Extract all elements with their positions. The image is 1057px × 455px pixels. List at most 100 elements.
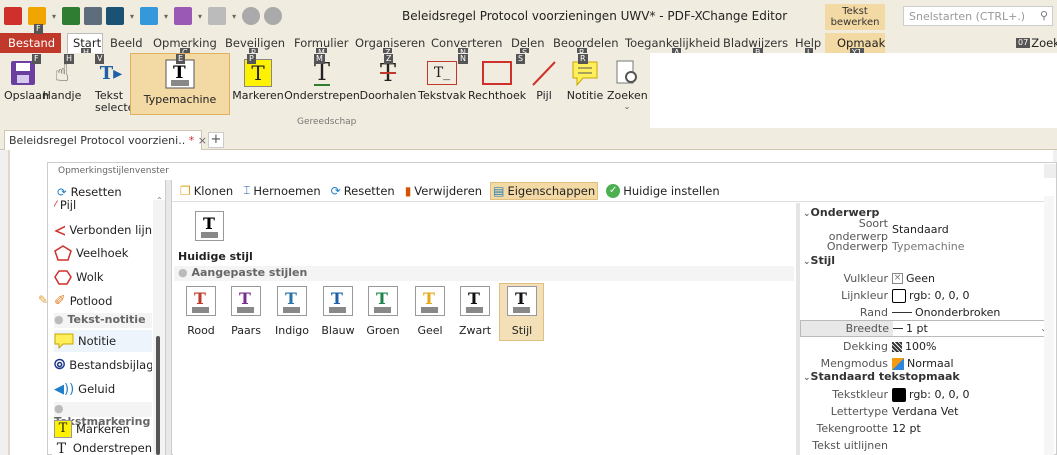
sidebar-item-veelhoek[interactable]: Veelhoek <box>54 242 152 264</box>
klonen-button[interactable]: ❐ Klonen <box>178 183 235 199</box>
prop-tekst-uitlijnen[interactable]: Tekst uitlijnen <box>800 437 1051 454</box>
zoeken-tool-button[interactable]: Zoeken ⌄ <box>607 56 648 116</box>
document-tab[interactable]: Beleidsregel Protocol voorzieni.. * × <box>4 130 207 150</box>
svg-text:T: T <box>515 289 527 308</box>
doorhalen-button[interactable]: T Doorhalen <box>358 56 418 116</box>
sidebar-reset-button[interactable]: ⟳ Resetten <box>57 185 122 199</box>
prop-value: Standaard <box>892 223 949 236</box>
custom-styles-heading[interactable]: ● Aangepaste stijlen <box>174 266 794 281</box>
style-swatch-label: Paars <box>231 324 261 337</box>
quickstart-search-input[interactable]: Snelstarten (CTRL+.) ⚲ <box>903 6 1053 26</box>
prop-onderwerp[interactable]: Onderwerp Typemachine <box>800 238 1051 255</box>
sidebar-item-label: Geluid <box>78 382 116 396</box>
onderstrepen-button[interactable]: T Onderstrepen <box>284 56 360 116</box>
style-swatch-4[interactable]: T Blauw <box>318 286 358 337</box>
no-color-icon: × <box>892 273 903 284</box>
quick-redo-icon[interactable] <box>208 7 227 25</box>
keytip-ribbon-8: N <box>458 54 468 64</box>
sidebar-heading-tekst-notitie[interactable]: ● Tekst-notitie <box>54 313 152 328</box>
quick-save-icon[interactable] <box>62 7 81 25</box>
polygon-icon <box>54 245 72 261</box>
quick-forward-icon[interactable] <box>264 7 283 25</box>
prop-rand[interactable]: Rand Ononderbroken <box>800 304 1051 321</box>
sidebar-item-notitie[interactable]: Notitie <box>54 330 152 352</box>
quick-scan-icon[interactable] <box>140 7 159 25</box>
prop-tekengrootte[interactable]: Tekengrootte 12 pt <box>800 420 1051 437</box>
close-tab-icon[interactable]: × <box>198 134 207 147</box>
prop-dekking[interactable]: Dekking 100% <box>800 338 1051 355</box>
prop-lettertype[interactable]: Lettertype Verdana Vet <box>800 403 1051 420</box>
quick-print-icon[interactable] <box>84 7 103 25</box>
prop-value: Typemachine <box>892 240 965 253</box>
app-logo-icon[interactable] <box>4 7 22 25</box>
note-icon <box>54 333 74 349</box>
sidebar-scrollbar-thumb[interactable] <box>156 336 160 455</box>
panel-title: Opmerkingstijlenvenster <box>58 166 169 176</box>
prop-key: Tekst uitlijnen <box>812 439 888 452</box>
underline-icon: T <box>56 441 67 455</box>
resetten-button[interactable]: ⟳ Resetten <box>329 183 397 199</box>
sidebar-item-label: Bestandsbijlage <box>69 358 152 372</box>
styles-toolbar: ❐ Klonen ⌶ Hernoemen ⟳ Resetten ▮ Verwijdere… <box>172 180 1051 202</box>
sidebar-heading-label: Tekst-notitie <box>67 313 146 326</box>
menu-zoeken[interactable]: 07Zoeken <box>1016 36 1057 50</box>
klonen-label: Klonen <box>193 183 234 198</box>
line-width-icon <box>893 328 903 329</box>
markeren-button[interactable]: T Markeren <box>232 56 284 116</box>
sidebar-item-potlood[interactable]: ✐ Potlood <box>54 290 152 312</box>
quick-email-icon[interactable] <box>106 7 125 25</box>
sidebar-item-label: Wolk <box>76 270 104 284</box>
menu-beeld[interactable]: Beeld <box>110 36 143 50</box>
rechthoek-label: Rechthoek <box>468 89 527 102</box>
huidige-instellen-button[interactable]: ✓ Huidige instellen <box>604 183 721 199</box>
handje-label: Handje <box>42 89 82 102</box>
style-swatch-8[interactable]: T Stijl <box>502 286 542 337</box>
current-style-preview[interactable]: T <box>195 211 224 241</box>
prop-tekstkleur[interactable]: Tekstkleur rgb: 0, 0, 0 <box>800 386 1051 403</box>
sidebar-item-onderstrepen[interactable]: T Onderstrepen <box>54 441 152 455</box>
svg-text:T: T <box>285 289 297 308</box>
handje-button[interactable]: ☝ Handje <box>42 56 82 116</box>
menu-bestand[interactable]: Bestand <box>0 33 61 53</box>
prop-key: Breedte <box>845 322 889 335</box>
sidebar-heading-tekstmarkering[interactable]: ● Tekstmarkering <box>54 402 152 428</box>
prop-soort-onderwerp[interactable]: Soort onderwerp Standaard <box>800 217 1051 243</box>
panel-scrollbar-top[interactable] <box>1044 164 1056 178</box>
prop-lijnkleur[interactable]: Lijnkleur rgb: 0, 0, 0 <box>800 287 1051 304</box>
pijl-button[interactable]: Pijl <box>528 56 560 116</box>
style-swatch-7[interactable]: T Zwart <box>455 286 495 337</box>
properties-scrollbar[interactable] <box>1044 196 1054 455</box>
eigenschappen-button[interactable]: ▤ Eigenschappen <box>490 181 599 200</box>
quick-back-icon[interactable] <box>242 7 261 25</box>
section-stijl[interactable]: ⌄Stijl <box>800 254 1051 270</box>
panel-splitter[interactable] <box>165 180 172 455</box>
prop-vulkleur[interactable]: Vulkleur × Geen <box>800 270 1051 287</box>
rechthoek-button[interactable]: Rechthoek <box>468 56 526 116</box>
sidebar-item-wolk[interactable]: Wolk <box>54 266 152 288</box>
notitie-button[interactable]: Notitie <box>563 56 607 116</box>
sidebar-item-markeren[interactable]: T Markeren <box>54 418 152 440</box>
hernoemen-button[interactable]: ⌶ Hernoemen <box>241 182 322 199</box>
sidebar-item-geluid[interactable]: ◀)) Geluid <box>54 378 152 400</box>
style-swatch-6[interactable]: T Geel <box>410 286 450 337</box>
quick-undo-icon[interactable] <box>174 7 193 25</box>
sidebar-item-verbonden-lijn[interactable]: Verbonden lijn <box>54 219 152 241</box>
pijl-label: Pijl <box>536 89 552 102</box>
style-swatch-3[interactable]: T Indigo <box>272 286 312 337</box>
keytip-ribbon-3: V <box>95 54 105 64</box>
sidebar-item-bestandsbijlage[interactable]: ⦾ Bestandsbijlage <box>54 354 152 376</box>
quick-open-icon[interactable] <box>28 7 46 25</box>
sidebar-item-pijl[interactable]: ⁄ Pijl <box>54 199 152 211</box>
style-swatch-2[interactable]: T Paars <box>226 286 266 337</box>
reset-icon: ⟳ <box>57 185 67 199</box>
style-swatch-1[interactable]: T Rood <box>181 286 221 337</box>
tekstvak-button[interactable]: T_ Tekstvak <box>417 56 467 116</box>
prop-breedte[interactable]: Breedte1 pt⌄ <box>800 320 1051 337</box>
properties-icon: ▤ <box>493 183 505 198</box>
opslaan-button[interactable]: Opslaan <box>4 56 49 116</box>
prop-key: Mengmodus <box>820 357 888 370</box>
verwijderen-button[interactable]: ▮ Verwijderen <box>403 183 484 199</box>
style-swatch-5[interactable]: T Groen <box>363 286 403 337</box>
new-tab-button[interactable]: + <box>208 132 224 148</box>
section-standaard-tekstopmaak[interactable]: ⌄Standaard tekstopmaak <box>800 370 1051 386</box>
